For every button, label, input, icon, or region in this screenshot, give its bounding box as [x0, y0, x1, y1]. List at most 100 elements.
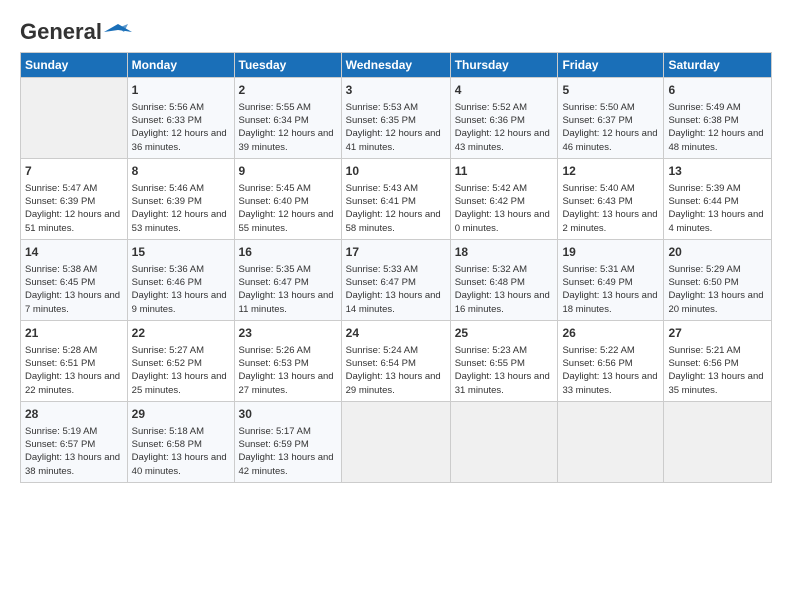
sunrise-text: Sunrise: 5:42 AM — [455, 183, 527, 194]
day-of-week-header: Saturday — [664, 53, 772, 78]
calendar-cell: 18 Sunrise: 5:32 AM Sunset: 6:48 PM Dayligh… — [450, 239, 558, 320]
calendar-cell: 28Sunrise: 5:19 AMSunset: 6:57 PMDayligh… — [21, 401, 128, 482]
sunset-text: Sunset: 6:34 PM — [239, 115, 309, 126]
daylight-text: Daylight: 13 hours and 38 minutes. — [25, 452, 120, 476]
calendar-cell: 13Sunrise: 5:39 AMSunset: 6:44 PMDayligh… — [664, 158, 772, 239]
sunrise-text: Sunrise: 5:32 AM — [455, 264, 527, 275]
sunset-text: Sunset: 6:58 PM — [132, 439, 202, 450]
daylight-text: Daylight: 12 hours and 43 minutes. — [455, 128, 550, 152]
sunrise-text: Sunrise: 5:40 AM — [562, 183, 634, 194]
sunrise-text: Sunrise: 5:26 AM — [239, 345, 311, 356]
day-number: 18 — [455, 244, 554, 261]
sunrise-text: Sunrise: 5:38 AM — [25, 264, 97, 275]
day-number: 5 — [562, 82, 659, 99]
calendar-cell: 7Sunrise: 5:47 AMSunset: 6:39 PMDaylight… — [21, 158, 128, 239]
calendar-cell: 2Sunrise: 5:55 AMSunset: 6:34 PMDaylight… — [234, 78, 341, 159]
day-number: 25 — [455, 325, 554, 342]
calendar-week-row: 1Sunrise: 5:56 AMSunset: 6:33 PMDaylight… — [21, 78, 772, 159]
daylight-text: Daylight: 13 hours and 27 minutes. — [239, 371, 334, 395]
day-of-week-header: Sunday — [21, 53, 128, 78]
sunrise-text: Sunrise: 5:17 AM — [239, 426, 311, 437]
calendar-week-row: 21Sunrise: 5:28 AMSunset: 6:51 PMDayligh… — [21, 320, 772, 401]
sunrise-text: Sunrise: 5:29 AM — [668, 264, 740, 275]
day-number: 3 — [346, 82, 446, 99]
daylight-text: Daylight: 12 hours and 39 minutes. — [239, 128, 334, 152]
sunrise-text: Sunrise: 5:50 AM — [562, 102, 634, 113]
sunset-text: Sunset: 6:33 PM — [132, 115, 202, 126]
sunset-text: Sunset: 6:47 PM — [239, 277, 309, 288]
calendar-cell: 14Sunrise: 5:38 AMSunset: 6:45 PMDayligh… — [21, 239, 128, 320]
calendar-table: SundayMondayTuesdayWednesdayThursdayFrid… — [20, 52, 772, 483]
daylight-text: Daylight: 12 hours and 46 minutes. — [562, 128, 657, 152]
sunset-text: Sunset: 6:52 PM — [132, 358, 202, 369]
calendar-cell: 24Sunrise: 5:24 AMSunset: 6:54 PMDayligh… — [341, 320, 450, 401]
sunset-text: Sunset: 6:43 PM — [562, 196, 632, 207]
calendar-cell: 26Sunrise: 5:22 AMSunset: 6:56 PMDayligh… — [558, 320, 664, 401]
daylight-text: Daylight: 12 hours and 51 minutes. — [25, 209, 120, 233]
day-number: 30 — [239, 406, 337, 423]
sunrise-text: Sunrise: 5:49 AM — [668, 102, 740, 113]
sunset-text: Sunset: 6:53 PM — [239, 358, 309, 369]
daylight-text: Daylight: 12 hours and 55 minutes. — [239, 209, 334, 233]
daylight-text: Daylight: 13 hours and 18 minutes. — [562, 290, 657, 314]
daylight-text: Daylight: 12 hours and 36 minutes. — [132, 128, 227, 152]
sunset-text: Sunset: 6:55 PM — [455, 358, 525, 369]
sunset-text: Sunset: 6:45 PM — [25, 277, 95, 288]
calendar-cell: 20Sunrise: 5:29 AMSunset: 6:50 PMDayligh… — [664, 239, 772, 320]
calendar-cell: 17Sunrise: 5:33 AMSunset: 6:47 PMDayligh… — [341, 239, 450, 320]
sunset-text: Sunset: 6:40 PM — [239, 196, 309, 207]
calendar-cell: 22Sunrise: 5:27 AMSunset: 6:52 PMDayligh… — [127, 320, 234, 401]
sunrise-text: Sunrise: 5:35 AM — [239, 264, 311, 275]
sunset-text: Sunset: 6:46 PM — [132, 277, 202, 288]
calendar-cell — [21, 78, 128, 159]
day-of-week-header: Friday — [558, 53, 664, 78]
day-number: 12 — [562, 163, 659, 180]
sunset-text: Sunset: 6:41 PM — [346, 196, 416, 207]
daylight-text: Daylight: 13 hours and 0 minutes. — [455, 209, 550, 233]
sunset-text: Sunset: 6:36 PM — [455, 115, 525, 126]
sunset-text: Sunset: 6:56 PM — [668, 358, 738, 369]
sunrise-text: Sunrise: 5:18 AM — [132, 426, 204, 437]
calendar-cell: 1Sunrise: 5:56 AMSunset: 6:33 PMDaylight… — [127, 78, 234, 159]
day-number: 14 — [25, 244, 123, 261]
sunrise-text: Sunrise: 5:39 AM — [668, 183, 740, 194]
day-number: 23 — [239, 325, 337, 342]
sunrise-text: Sunrise: 5:27 AM — [132, 345, 204, 356]
calendar-cell: 29Sunrise: 5:18 AMSunset: 6:58 PMDayligh… — [127, 401, 234, 482]
day-of-week-header: Tuesday — [234, 53, 341, 78]
sunset-text: Sunset: 6:57 PM — [25, 439, 95, 450]
logo-bird-icon — [104, 18, 132, 46]
sunrise-text: Sunrise: 5:23 AM — [455, 345, 527, 356]
calendar-cell — [664, 401, 772, 482]
sunset-text: Sunset: 6:51 PM — [25, 358, 95, 369]
daylight-text: Daylight: 12 hours and 48 minutes. — [668, 128, 763, 152]
calendar-cell: 5Sunrise: 5:50 AMSunset: 6:37 PMDaylight… — [558, 78, 664, 159]
sunrise-text: Sunrise: 5:31 AM — [562, 264, 634, 275]
daylight-text: Daylight: 13 hours and 20 minutes. — [668, 290, 763, 314]
day-number: 8 — [132, 163, 230, 180]
day-number: 16 — [239, 244, 337, 261]
calendar-cell: 16 Sunrise: 5:35 AM Sunset: 6:47 PM Dayligh… — [234, 239, 341, 320]
day-number: 19 — [562, 244, 659, 261]
sunrise-text: Sunrise: 5:36 AM — [132, 264, 204, 275]
daylight-text: Daylight: 12 hours and 41 minutes. — [346, 128, 441, 152]
day-of-week-header: Thursday — [450, 53, 558, 78]
day-number: 9 — [239, 163, 337, 180]
calendar-cell: 19Sunrise: 5:31 AMSunset: 6:49 PMDayligh… — [558, 239, 664, 320]
daylight-text: Daylight: 13 hours and 2 minutes. — [562, 209, 657, 233]
calendar-cell: 4Sunrise: 5:52 AMSunset: 6:36 PMDaylight… — [450, 78, 558, 159]
daylight-text: Daylight: 13 hours and 9 minutes. — [132, 290, 227, 314]
daylight-text: Daylight: 13 hours and 40 minutes. — [132, 452, 227, 476]
sunset-text: Sunset: 6:54 PM — [346, 358, 416, 369]
sunset-text: Sunset: 6:48 PM — [455, 277, 525, 288]
day-number: 28 — [25, 406, 123, 423]
day-number: 17 — [346, 244, 446, 261]
daylight-text: Daylight: 13 hours and 42 minutes. — [239, 452, 334, 476]
day-number: 24 — [346, 325, 446, 342]
daylight-text: Daylight: 13 hours and 11 minutes. — [239, 290, 334, 314]
calendar-header-row: SundayMondayTuesdayWednesdayThursdayFrid… — [21, 53, 772, 78]
sunrise-text: Sunrise: 5:53 AM — [346, 102, 418, 113]
daylight-text: Daylight: 13 hours and 16 minutes. — [455, 290, 550, 314]
sunrise-text: Sunrise: 5:55 AM — [239, 102, 311, 113]
sunset-text: Sunset: 6:56 PM — [562, 358, 632, 369]
